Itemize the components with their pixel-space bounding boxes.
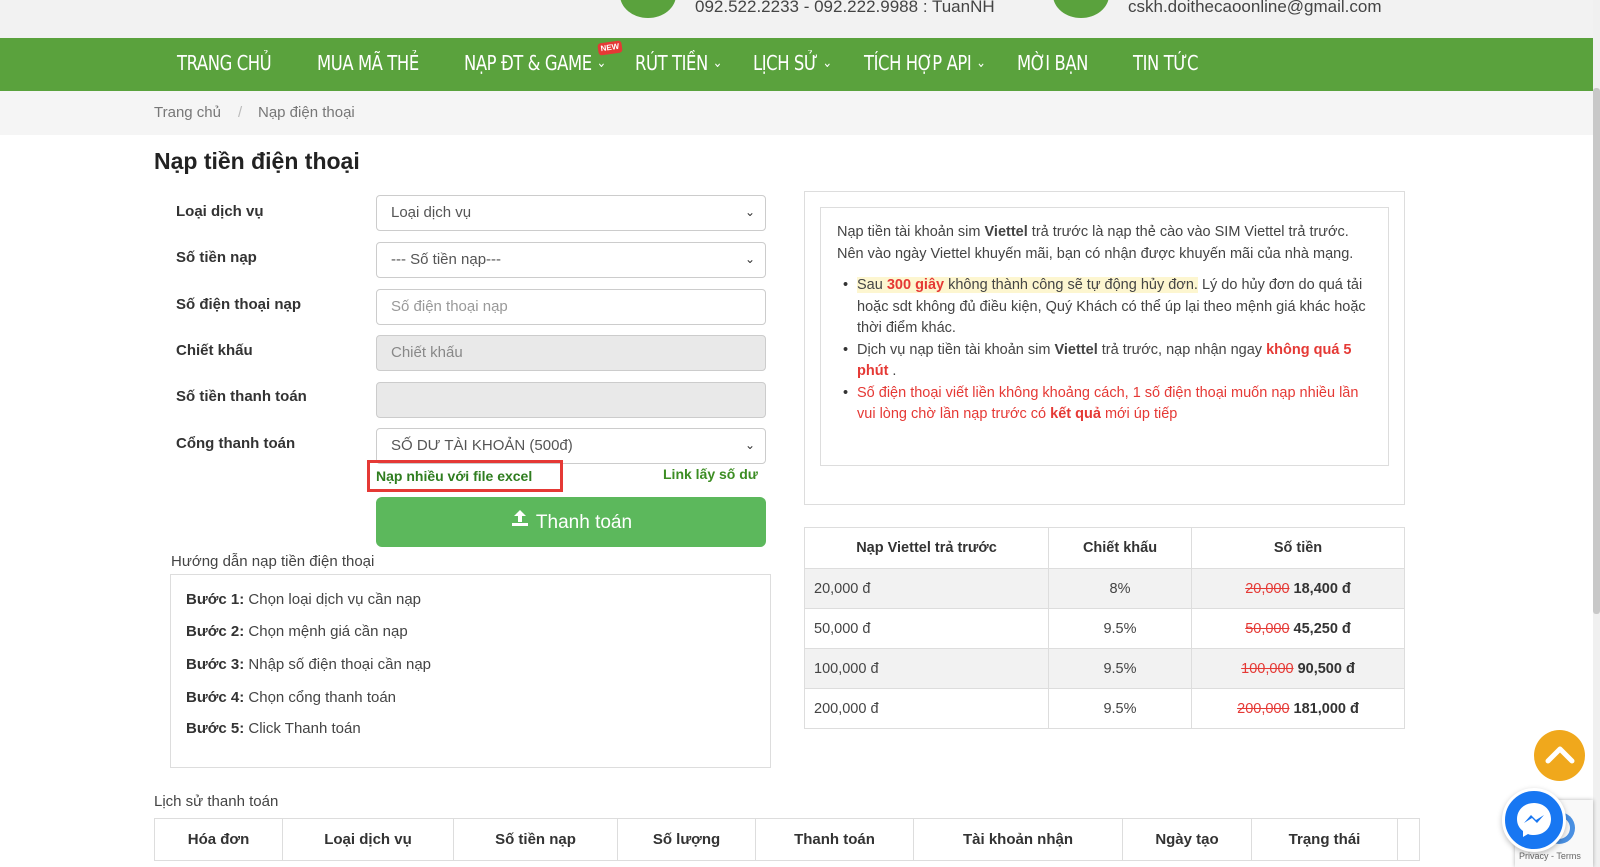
mail-icon <box>1053 0 1109 18</box>
back-to-top-button[interactable] <box>1534 730 1585 781</box>
chevron-down-icon: ⌄ <box>822 55 833 71</box>
history-header[interactable]: Số lượng <box>617 818 756 861</box>
nav-item-news[interactable]: TIN TỨC <box>1133 51 1198 75</box>
payment-gateway-select[interactable]: SỐ DƯ TÀI KHOẢN (500đ) ⌄ <box>376 428 766 464</box>
history-header-blank <box>1397 818 1420 861</box>
nav-item-buy-card[interactable]: MUA MÃ THẺ <box>317 51 419 75</box>
nav-item-api[interactable]: TÍCH HỢP API ⌄ <box>864 51 986 75</box>
amount-select[interactable]: --- Số tiền nạp--- ⌄ <box>376 242 766 278</box>
top-contact-bar: 092.522.2233 - 092.222.9988 : TuanNH csk… <box>0 0 1600 38</box>
chevron-down-icon: ⌄ <box>976 55 986 71</box>
history-header[interactable]: Trạng thái <box>1251 818 1398 861</box>
hotline-text: 092.522.2233 - 092.222.9988 : TuanNH <box>695 0 995 16</box>
info-bullet: Sau 300 giây không thành công sẽ tự động… <box>837 275 1372 340</box>
guide-step: Bước 1: Chọn loại dịch vụ cần nạp <box>186 591 422 608</box>
info-text-box: Nạp tiền tài khoản sim Viettel trả trước… <box>820 207 1389 466</box>
phone-icon <box>620 0 676 18</box>
price-header: Nạp Viettel trả trước <box>804 527 1049 569</box>
history-header[interactable]: Ngày tạo <box>1122 818 1252 861</box>
history-header[interactable]: Số tiền nạp <box>453 818 618 861</box>
info-bullet: Dịch vụ nạp tiền tài khoản sim Viettel t… <box>837 340 1372 383</box>
messenger-chat-button[interactable] <box>1502 788 1566 852</box>
guide-step: Bước 2: Chọn mệnh giá cần nạp <box>186 623 408 640</box>
guide-title: Hướng dẫn nạp tiền điện thoại <box>171 553 375 570</box>
guide-step: Bước 4: Chọn cổng thanh toán <box>186 689 397 706</box>
service-type-label: Loại dịch vụ <box>176 203 264 220</box>
bulk-excel-link[interactable]: Nạp nhiều với file excel <box>367 460 563 492</box>
support-email[interactable]: cskh.doithecaoonline@gmail.com <box>1128 0 1382 17</box>
nav-item-withdraw[interactable]: RÚT TIỀN ⌄ <box>635 51 722 75</box>
scrollbar-thumb[interactable] <box>1593 88 1600 614</box>
balance-link[interactable]: Link lấy số dư <box>663 466 758 482</box>
chevron-down-icon: ⌄ <box>596 55 607 71</box>
chevron-down-icon: ⌄ <box>744 438 755 452</box>
breadcrumb: Trang chủ / Nạp điện thoại <box>0 91 1593 135</box>
table-row: 50,000 đ 9.5% 50,000 45,250 đ <box>804 608 1405 649</box>
breadcrumb-home[interactable]: Trang chủ <box>154 104 221 121</box>
upload-icon <box>510 497 530 547</box>
breadcrumb-separator: / <box>238 104 243 121</box>
messenger-icon <box>1505 803 1563 853</box>
table-row: 200,000 đ 9.5% 200,000 181,000 đ <box>804 688 1405 729</box>
amount-label: Số tiền nạp <box>176 249 257 266</box>
price-header: Số tiền <box>1191 527 1405 569</box>
price-header: Chiết khấu <box>1048 527 1192 569</box>
phone-number-input[interactable]: Số điện thoại nạp <box>376 289 766 325</box>
nav-item-invite[interactable]: MỜI BẠN <box>1017 51 1088 75</box>
discount-label: Chiết khấu <box>176 342 253 359</box>
guide-step: Bước 5: Click Thanh toán <box>186 720 361 737</box>
history-header[interactable]: Loại dịch vụ <box>282 818 454 861</box>
history-header[interactable]: Tài khoản nhận <box>913 818 1123 861</box>
page-scrollbar[interactable] <box>1593 0 1600 867</box>
phone-number-label: Số điện thoại nạp <box>176 296 302 313</box>
breadcrumb-current: Nạp điện thoại <box>258 104 355 121</box>
chevron-down-icon: ⌄ <box>744 252 755 266</box>
table-row: 100,000 đ 9.5% 100,000 90,500 đ <box>804 648 1405 689</box>
chevron-down-icon: ⌄ <box>744 205 755 219</box>
main-navigation: TRANG CHỦ MUA MÃ THẺ NẠP ĐT & GAME ⌄ RÚT … <box>0 38 1593 91</box>
chevron-down-icon: ⌄ <box>712 55 723 71</box>
nav-item-history[interactable]: LỊCH SỬ ⌄ <box>753 51 832 75</box>
info-bullet: Số điện thoại viết liền không khoảng các… <box>837 383 1372 426</box>
discount-field: Chiết khấu <box>376 335 766 371</box>
history-title: Lịch sử thanh toán <box>154 793 279 810</box>
chevron-up-icon <box>1545 739 1575 770</box>
payment-amount-label: Số tiền thanh toán <box>176 388 307 405</box>
price-table: Nạp Viettel trả trước Chiết khấu Số tiền… <box>804 527 1405 729</box>
guide-step: Bước 3: Nhập số điện thoại cần nạp <box>186 656 432 673</box>
table-row: 20,000 đ 8% 20,000 18,400 đ <box>804 568 1405 609</box>
history-header[interactable]: Hóa đơn <box>154 818 283 861</box>
history-header[interactable]: Thanh toán <box>755 818 914 861</box>
pay-button[interactable]: Thanh toán <box>376 497 766 547</box>
payment-amount-field <box>376 382 766 418</box>
nav-item-home[interactable]: TRANG CHỦ <box>177 51 272 75</box>
info-intro: Nạp tiền tài khoản sim Viettel trả trước… <box>837 224 1354 262</box>
page-title: Nạp tiền điện thoại <box>154 148 360 174</box>
nav-item-topup-game[interactable]: NẠP ĐT & GAME ⌄ <box>464 51 606 75</box>
history-table: Hóa đơn Loại dịch vụ Số tiền nạp Số lượn… <box>154 818 1420 861</box>
service-type-select[interactable]: Loại dịch vụ ⌄ <box>376 195 766 231</box>
payment-gateway-label: Cổng thanh toán <box>176 435 296 452</box>
